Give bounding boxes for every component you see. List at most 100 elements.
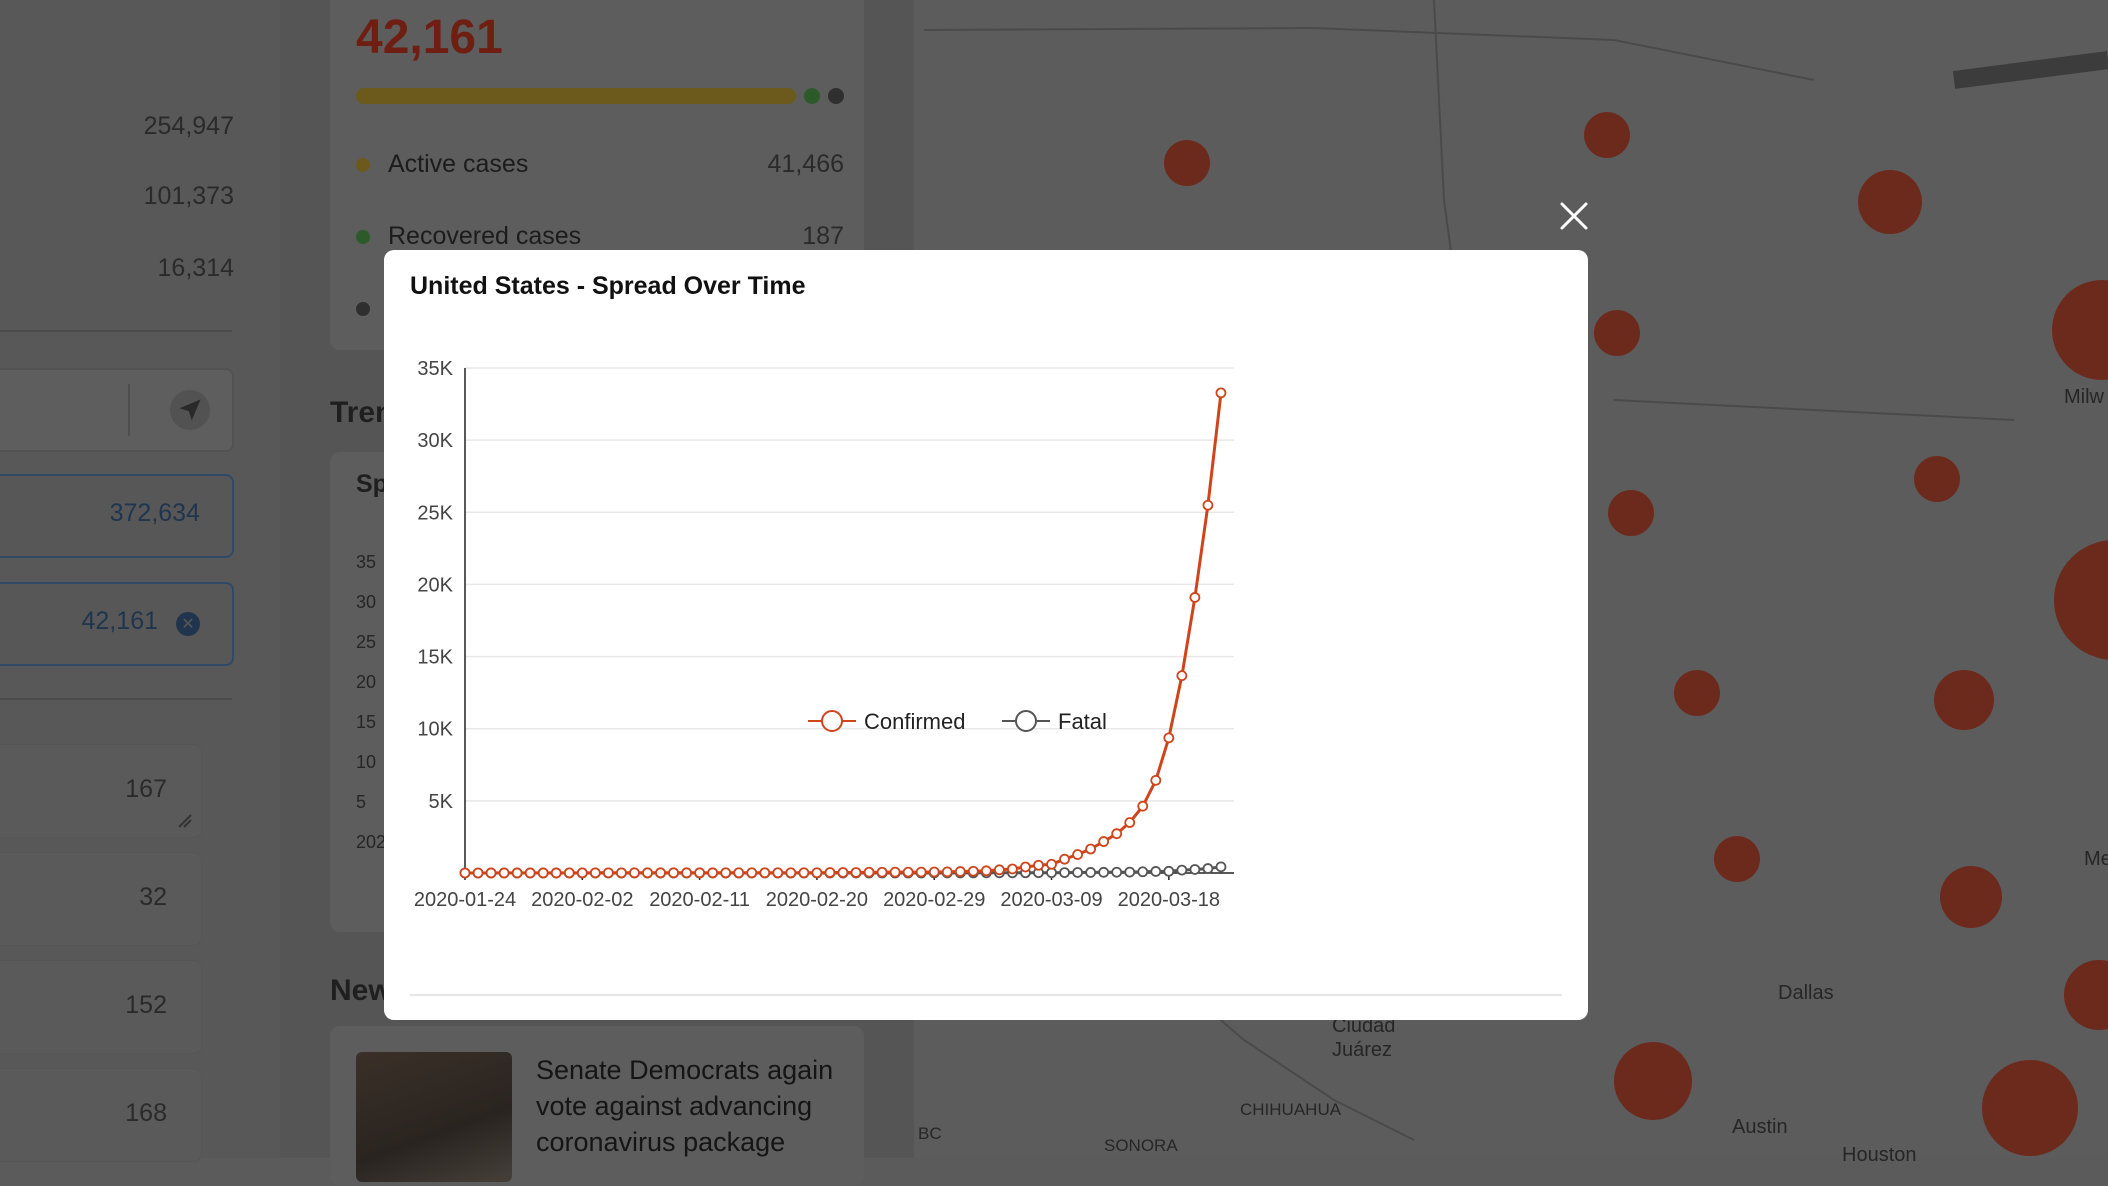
legend-label: Fatal xyxy=(1058,709,1107,734)
data-point-confirmed xyxy=(811,867,823,879)
data-point-confirmed xyxy=(589,867,601,879)
country-total-cases: 42,161 xyxy=(356,11,503,64)
news-headline[interactable]: Senate Democrats again vote against adva… xyxy=(536,1052,836,1160)
y-tick-label: 25K xyxy=(417,502,453,524)
map-label: CHIHUAHUA xyxy=(1240,1100,1342,1119)
case-bubble[interactable] xyxy=(1714,836,1760,882)
news-heading: New xyxy=(330,974,392,1007)
data-point-confirmed xyxy=(902,866,914,878)
data-point-confirmed xyxy=(1033,859,1044,871)
location-search-box[interactable] xyxy=(0,368,234,452)
y-tick-label: 5K xyxy=(429,791,454,813)
data-point-confirmed xyxy=(1072,849,1083,860)
map-label: Milw xyxy=(2064,386,2104,408)
x-tick-label: 2020-02-29 xyxy=(883,889,985,911)
data-point-fatal xyxy=(1163,865,1175,877)
news-thumbnail[interactable] xyxy=(356,1052,512,1182)
data-point-confirmed xyxy=(511,867,523,879)
case-bubble[interactable] xyxy=(1914,456,1960,502)
trend-tick: 20 xyxy=(356,672,377,692)
data-point-confirmed xyxy=(459,867,471,879)
data-point-confirmed xyxy=(550,867,562,879)
data-point-confirmed xyxy=(798,867,810,879)
modal-divider xyxy=(410,994,1562,996)
spread-chart-modal: United States - Spread Over Time 5K 10K 15… xyxy=(384,250,1588,1020)
data-point-fatal xyxy=(1059,867,1070,878)
data-point-fatal xyxy=(1137,866,1149,878)
data-point-confirmed xyxy=(980,865,992,877)
data-point-confirmed xyxy=(1124,817,1136,828)
data-point-confirmed xyxy=(1215,387,1227,399)
data-point-confirmed xyxy=(681,867,692,879)
chart-legend[interactable]: Confirmed Fatal xyxy=(808,709,1107,734)
data-point-confirmed xyxy=(694,867,706,879)
data-point-confirmed xyxy=(746,867,758,879)
stat-confirmed: 254,947 xyxy=(143,112,234,140)
trend-tick: 25 xyxy=(356,632,377,652)
data-point-confirmed xyxy=(485,867,497,879)
country-total: 42,161 xyxy=(81,607,158,635)
list-item-value: 168 xyxy=(125,1099,167,1127)
data-point-fatal xyxy=(1072,867,1083,878)
data-point-confirmed xyxy=(1059,853,1070,865)
data-point-confirmed xyxy=(967,865,979,877)
map-label: Dallas xyxy=(1778,982,1834,1004)
case-bubble[interactable] xyxy=(1934,670,1994,730)
data-point-fatal xyxy=(1124,866,1136,878)
data-point-confirmed xyxy=(785,867,797,879)
x-tick-label: 2020-03-18 xyxy=(1118,889,1220,911)
trend-tick: 202 xyxy=(356,832,387,852)
data-point-confirmed xyxy=(1098,836,1110,847)
map-label: Ciudad Juárez xyxy=(1332,1015,1396,1061)
data-point-confirmed xyxy=(720,867,732,879)
trend-tick: 35 xyxy=(356,552,377,572)
case-bubble[interactable] xyxy=(1858,170,1922,234)
data-point-confirmed xyxy=(824,867,836,878)
x-tick-label: 2020-01-24 xyxy=(414,889,516,911)
x-tick-label: 2020-02-02 xyxy=(531,889,633,911)
data-point-confirmed xyxy=(655,867,666,879)
case-bubble[interactable] xyxy=(1608,490,1654,536)
data-point-confirmed xyxy=(850,867,862,878)
recovered-bar-dot xyxy=(804,88,820,104)
clear-circle-icon[interactable]: ✕ xyxy=(176,612,200,636)
world-selection[interactable]: 372,634 xyxy=(0,474,234,558)
y-tick-label: 35K xyxy=(417,358,453,380)
data-point-confirmed xyxy=(498,867,510,879)
list-item[interactable]: 168 xyxy=(0,1068,202,1162)
data-point-confirmed xyxy=(1189,592,1201,603)
list-item[interactable]: 152 xyxy=(0,960,202,1054)
data-point-confirmed xyxy=(1085,843,1097,855)
data-point-confirmed xyxy=(576,867,588,879)
y-tick-label: 10K xyxy=(417,719,453,741)
map-label: SONORA xyxy=(1104,1136,1178,1155)
data-point-fatal xyxy=(1202,863,1214,874)
close-icon[interactable] xyxy=(1556,198,1592,234)
divider xyxy=(0,698,232,700)
list-item[interactable]: 167 xyxy=(0,744,202,838)
data-point-confirmed xyxy=(941,866,953,878)
country-selection[interactable]: 42,161 ✕ xyxy=(0,582,234,666)
trend-tick: 10 xyxy=(356,752,377,772)
data-point-confirmed xyxy=(1111,828,1123,840)
data-point-confirmed xyxy=(1150,774,1162,786)
data-point-confirmed xyxy=(537,867,549,879)
list-item-value: 167 xyxy=(125,775,167,803)
case-bubble[interactable] xyxy=(1614,1042,1692,1120)
case-bubble[interactable] xyxy=(1674,670,1720,716)
stat-fatal: 16,314 xyxy=(157,254,234,282)
case-bubble[interactable] xyxy=(1940,866,2002,928)
data-point-confirmed xyxy=(1046,858,1057,870)
data-point-confirmed xyxy=(524,867,536,879)
x-tick-label: 2020-02-20 xyxy=(766,889,868,911)
active-value: 41,466 xyxy=(767,150,844,178)
data-point-confirmed xyxy=(876,866,888,878)
case-bubble[interactable] xyxy=(1164,140,1210,186)
case-bubble[interactable] xyxy=(1584,112,1630,158)
legend-marker xyxy=(1015,710,1037,732)
navigation-arrow-icon[interactable] xyxy=(170,390,210,430)
case-bubble[interactable] xyxy=(1594,310,1640,356)
case-bubble[interactable] xyxy=(1982,1060,2078,1156)
list-item[interactable]: 32 xyxy=(0,852,202,946)
data-point-confirmed xyxy=(1163,732,1175,744)
